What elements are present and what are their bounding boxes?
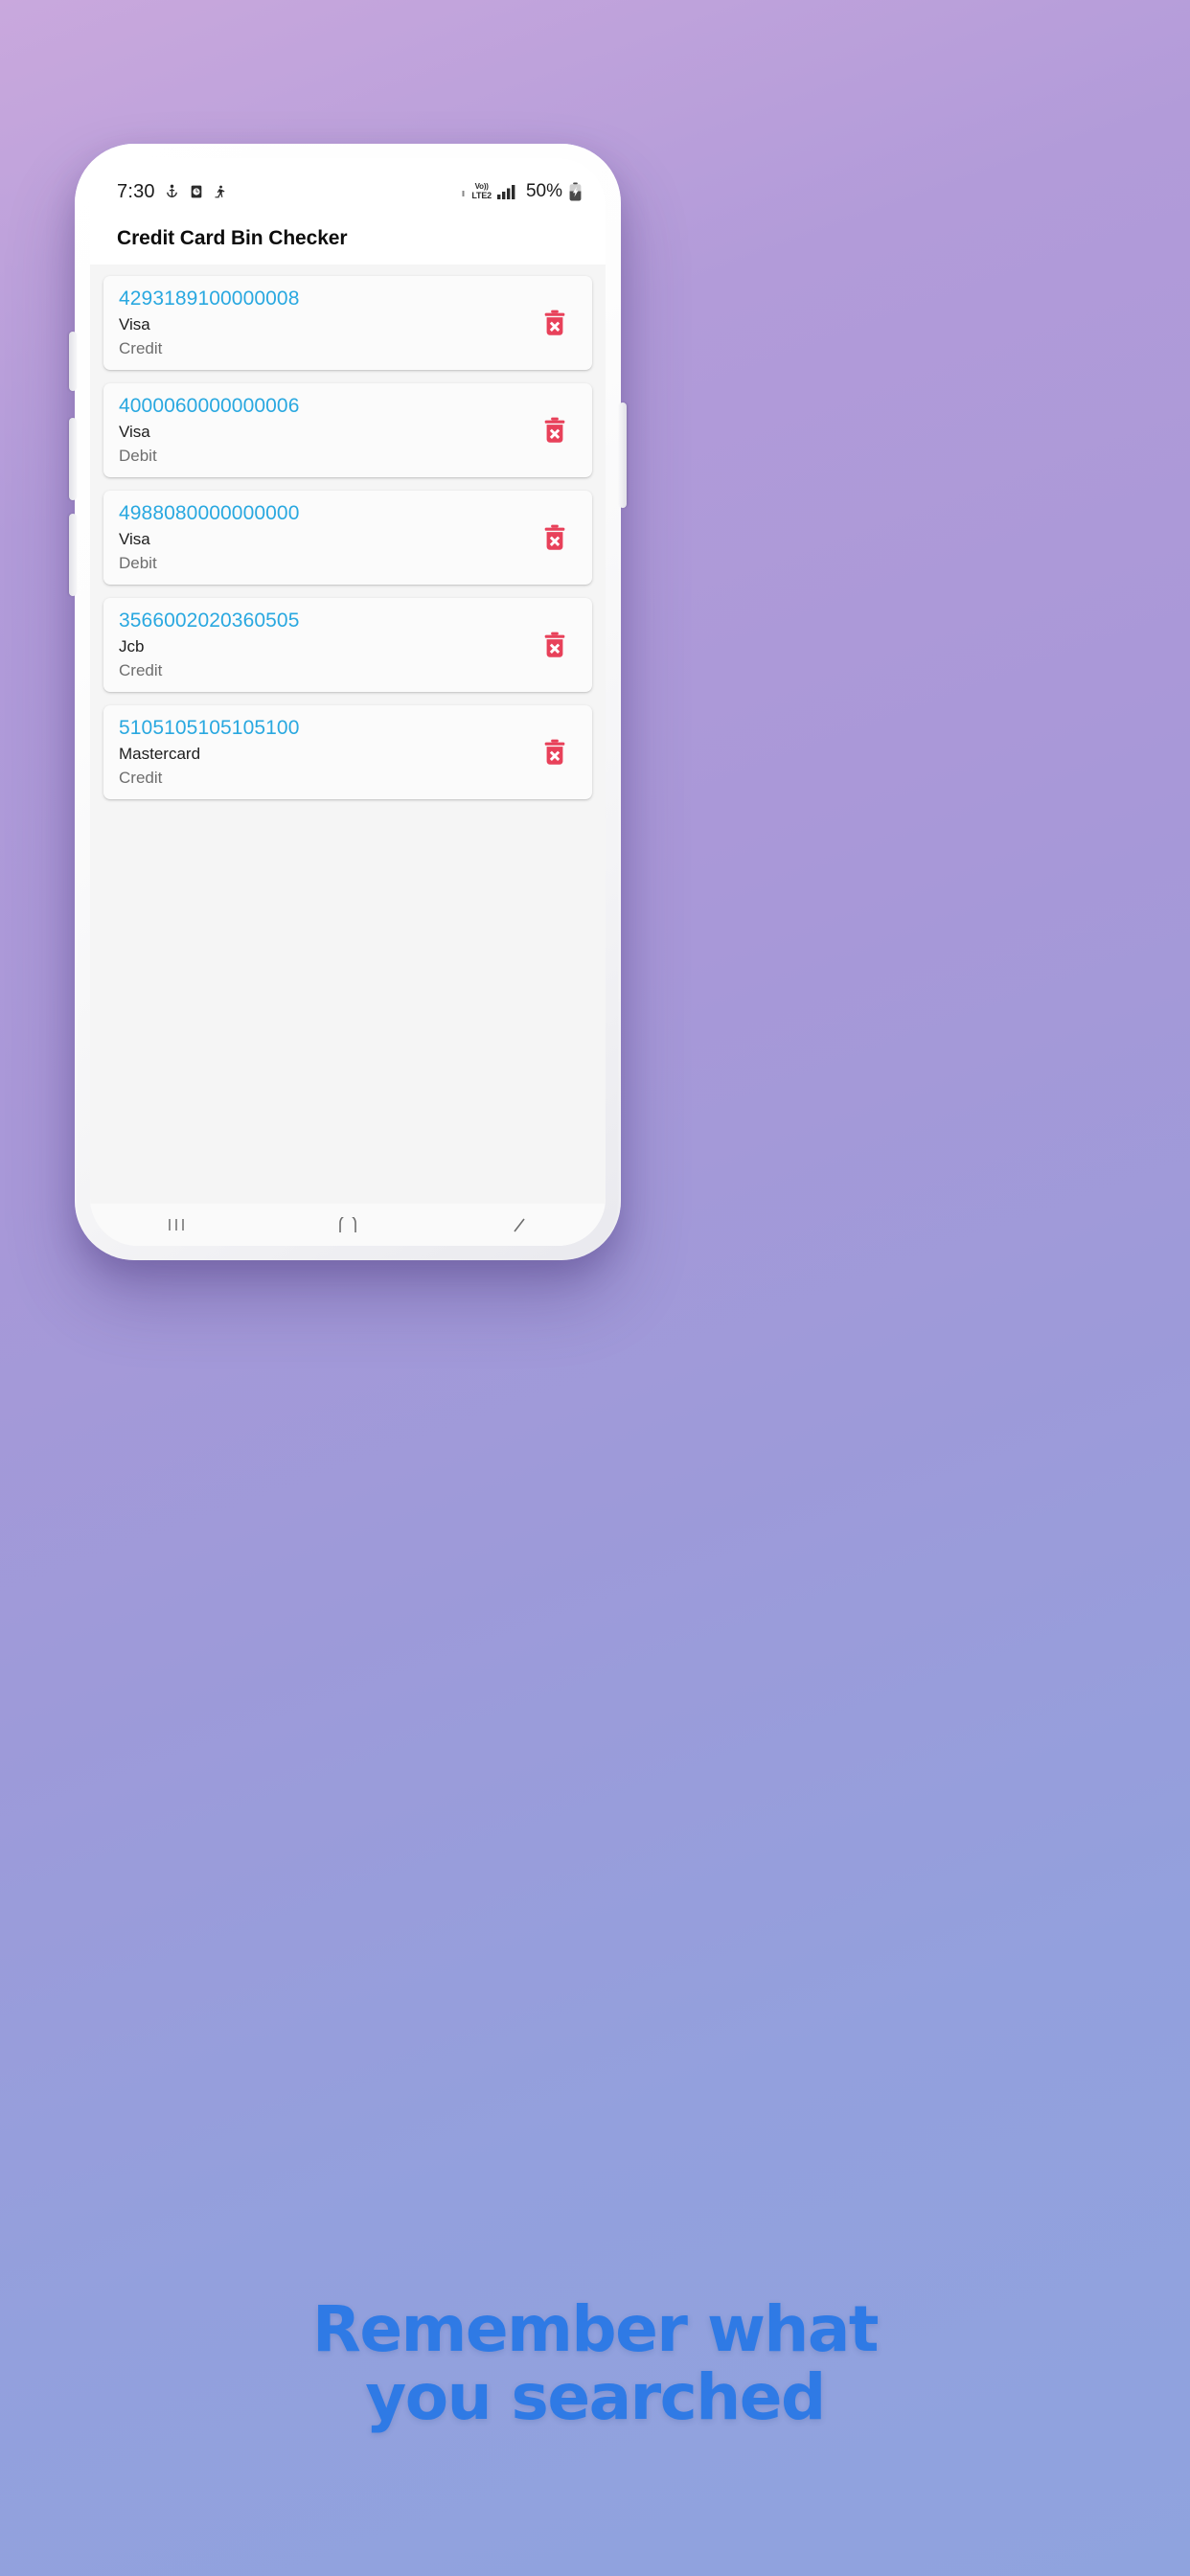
caption-line-1: Remember what (312, 2292, 879, 2366)
card-type: Debit (119, 447, 157, 465)
phone-screen: 7:30 Vo)) LTE2 50% Credit Card Bin Check… (90, 158, 606, 1246)
status-time: 7:30 (117, 180, 155, 202)
page-title: Credit Card Bin Checker (117, 226, 348, 249)
card-number: 4293189100000008 (119, 288, 300, 310)
person-walking-icon (213, 183, 227, 200)
delete-trash-icon[interactable] (537, 305, 573, 341)
card-text: 5105105105105100 Mastercard Credit (119, 718, 299, 786)
card-text: 4000060000000006 Visa Debit (119, 396, 299, 464)
home-icon[interactable] (295, 1204, 400, 1246)
phone-mockup: 7:30 Vo)) LTE2 50% Credit Card Bin Check… (69, 144, 627, 1260)
delete-trash-icon[interactable] (537, 627, 573, 663)
volte-label-top: Vo)) (474, 182, 489, 191)
status-bar-right: Vo)) LTE2 50% (461, 181, 583, 202)
card-type: Credit (119, 661, 163, 679)
signal-tick-icon (461, 185, 466, 198)
history-card[interactable]: 4988080000000000 Visa Debit (103, 491, 592, 585)
battery-charging-icon (568, 182, 583, 201)
history-card[interactable]: 3566002020360505 Jcb Credit (103, 598, 592, 692)
history-card[interactable]: 5105105105105100 Mastercard Credit (103, 705, 592, 799)
history-list[interactable]: 4293189100000008 Visa Credit 40000600000000… (90, 264, 606, 1204)
delete-trash-icon[interactable] (537, 412, 573, 448)
signal-bars-icon (496, 184, 518, 199)
battery-percent: 50% (525, 181, 562, 201)
navigation-bar (90, 1204, 606, 1246)
card-text: 3566002020360505 Jcb Credit (119, 610, 299, 678)
caption-line-2: you searched (365, 2360, 826, 2435)
card-scheme: Visa (119, 315, 150, 334)
side-button-bixby[interactable] (69, 332, 77, 391)
delete-trash-icon[interactable] (537, 519, 573, 556)
volte-label-bottom: LTE2 (471, 191, 492, 200)
card-number: 3566002020360505 (119, 610, 300, 632)
promo-caption: Remember what you searched (0, 2295, 1190, 2432)
recents-icon[interactable] (124, 1204, 229, 1246)
card-text: 4293189100000008 Visa Credit (119, 288, 299, 356)
history-card[interactable]: 4000060000000006 Visa Debit (103, 383, 592, 477)
side-button-power[interactable] (619, 402, 627, 508)
volte-icon: Vo)) LTE2 (471, 183, 492, 200)
card-type: Debit (119, 554, 157, 572)
card-scheme: Mastercard (119, 745, 201, 763)
status-bar: 7:30 Vo)) LTE2 50% (90, 158, 606, 212)
app-bar: Credit Card Bin Checker (90, 212, 606, 264)
alarm-clock-icon (189, 183, 204, 200)
side-button-volume-down[interactable] (69, 514, 77, 596)
history-card[interactable]: 4293189100000008 Visa Credit (103, 276, 592, 370)
card-type: Credit (119, 769, 163, 787)
back-icon[interactable] (467, 1204, 572, 1246)
card-number: 4988080000000000 (119, 502, 300, 524)
card-number: 5105105105105100 (119, 717, 300, 739)
card-number: 4000060000000006 (119, 395, 300, 417)
delete-trash-icon[interactable] (537, 734, 573, 770)
card-scheme: Visa (119, 423, 150, 441)
status-bar-left: 7:30 (117, 181, 227, 203)
card-text: 4988080000000000 Visa Debit (119, 503, 299, 571)
side-button-volume-up[interactable] (69, 418, 77, 500)
card-type: Credit (119, 339, 163, 357)
anchor-icon (164, 183, 180, 200)
card-scheme: Jcb (119, 637, 145, 656)
card-scheme: Visa (119, 530, 150, 548)
